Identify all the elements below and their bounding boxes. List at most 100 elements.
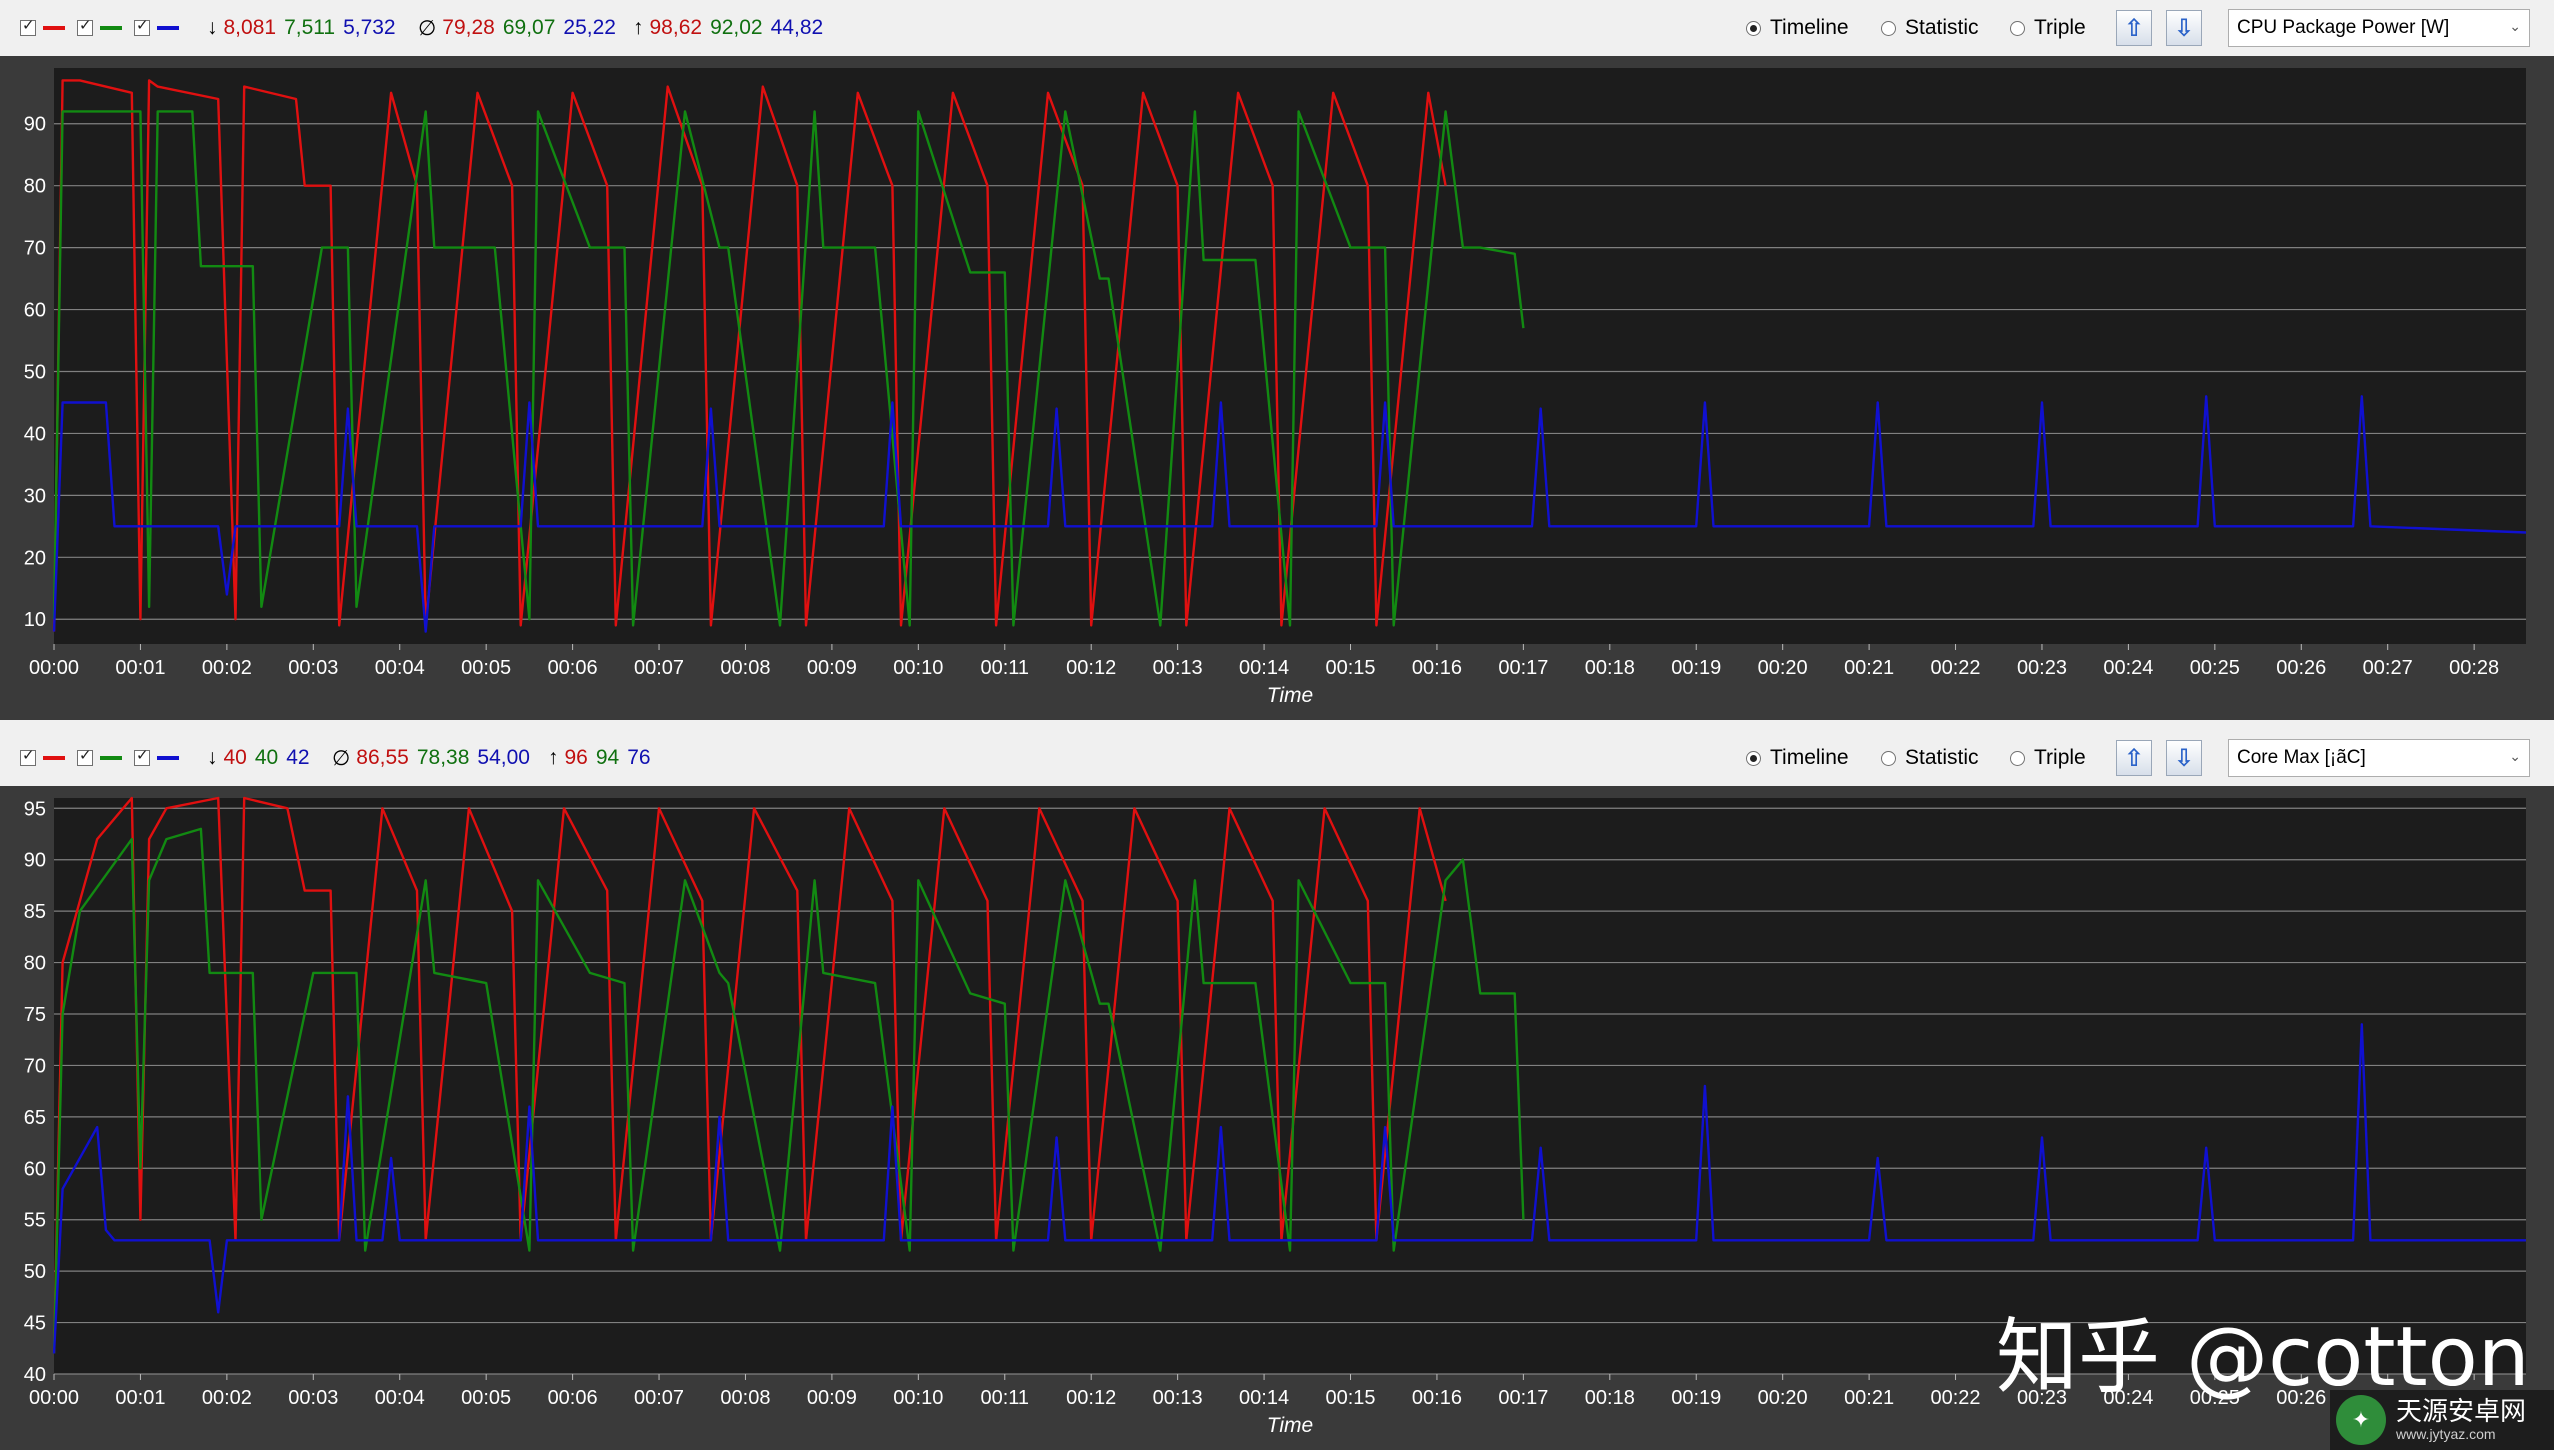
min-symbol: ↓ — [207, 16, 218, 39]
x-axis-label: Time — [1267, 1414, 1313, 1437]
x-tick-label: 00:12 — [1066, 1387, 1116, 1409]
arrow-down-icon[interactable]: ⇩ — [2166, 740, 2202, 776]
x-tick-label: 00:01 — [115, 657, 165, 679]
avg-symbol: ∅ — [332, 746, 351, 770]
view-option-timeline[interactable]: Timeline — [1746, 730, 1849, 786]
arrow-down-icon[interactable]: ⇩ — [2166, 10, 2202, 46]
y-tick-label: 60 — [24, 1158, 46, 1180]
series-toggle-green[interactable] — [77, 0, 122, 56]
min-green: 7,511 — [284, 16, 336, 39]
checkbox[interactable] — [20, 16, 36, 36]
radio-selected[interactable] — [1746, 750, 1761, 766]
y-tick-label: 70 — [24, 1055, 46, 1077]
view-option-statistic[interactable]: Statistic — [1881, 730, 1979, 786]
avg-red: 86,55 — [356, 746, 409, 769]
view-option-statistic[interactable]: Statistic — [1881, 0, 1979, 56]
radio[interactable] — [2010, 20, 2025, 36]
y-tick-label: 40 — [24, 1364, 46, 1386]
series-toggle-red[interactable] — [20, 0, 65, 56]
chart-cpu-power: 10 20 30 40 50 60 70 80 90 00:00 00:01 00:02 00:03 00… — [0, 56, 2554, 720]
view-option-triple[interactable]: Triple — [2010, 0, 2086, 56]
move-down-button[interactable]: ⇩ — [2166, 0, 2202, 56]
radio-selected[interactable] — [1746, 20, 1761, 36]
radio[interactable] — [1881, 750, 1896, 766]
series-toggle-red[interactable] — [20, 730, 65, 786]
x-tick-label: 00:21 — [1844, 1387, 1894, 1409]
logo-text: 天源安卓网 www.jytyaz.com — [2396, 1398, 2526, 1442]
x-tick-label: 00:07 — [634, 657, 684, 679]
y-tick-label: 95 — [24, 798, 46, 820]
max-red: 98,62 — [649, 16, 703, 39]
checkbox[interactable] — [77, 746, 93, 766]
view-option-label: Timeline — [1770, 746, 1849, 769]
max-symbol: ↑ — [633, 16, 644, 39]
y-tick-label: 80 — [24, 953, 46, 975]
radio[interactable] — [1881, 20, 1896, 36]
chart-panel-cpu-power: ↓ 8,081 7,511 5,732 ∅ 79,28 69,07 25,22 … — [0, 0, 2554, 720]
view-option-timeline[interactable]: Timeline — [1746, 0, 1849, 56]
x-tick-label: 00:02 — [202, 657, 252, 679]
arrow-up-icon[interactable]: ⇧ — [2116, 10, 2152, 46]
checkbox[interactable] — [134, 16, 150, 36]
x-tick-label: 00:28 — [2449, 657, 2499, 679]
panel-toolbar: ↓ 8,081 7,511 5,732 ∅ 79,28 69,07 25,22 … — [0, 0, 2554, 56]
arrow-up-icon[interactable]: ⇧ — [2116, 740, 2152, 776]
series-toggle-blue[interactable] — [134, 730, 179, 786]
logo-icon: ✦ — [2336, 1395, 2386, 1445]
view-option-label: Triple — [2034, 746, 2086, 769]
x-tick-label: 00:17 — [1498, 1387, 1548, 1409]
x-tick-label: 00:11 — [980, 1387, 1029, 1409]
checkbox[interactable] — [134, 746, 150, 766]
x-tick-label: 00:14 — [1239, 1387, 1289, 1409]
checkbox[interactable] — [77, 16, 93, 36]
x-tick-label: 00:09 — [807, 1387, 857, 1409]
site-logo: ✦ 天源安卓网 www.jytyaz.com — [2330, 1390, 2554, 1450]
x-tick-label: 00:05 — [461, 1387, 511, 1409]
x-tick-label: 00:20 — [1758, 1387, 1808, 1409]
metric-select-value: Core Max [¡ãC] — [2237, 747, 2366, 768]
series-swatch-green — [100, 756, 122, 760]
x-tick-label: 00:22 — [1931, 657, 1981, 679]
x-tick-label: 00:04 — [375, 1387, 425, 1409]
stat-max: ↑ 96 94 76 — [548, 730, 651, 786]
view-option-triple[interactable]: Triple — [2010, 730, 2086, 786]
stat-avg: ∅ 86,55 78,38 54,00 — [332, 730, 530, 786]
y-tick-label: 75 — [24, 1004, 46, 1026]
checkbox[interactable] — [20, 746, 36, 766]
x-tick-label: 00:00 — [29, 1387, 79, 1409]
max-symbol: ↑ — [548, 746, 559, 769]
x-axis-label: Time — [1267, 684, 1313, 707]
move-up-button[interactable]: ⇧ — [2116, 730, 2152, 786]
y-tick-label: 10 — [24, 609, 46, 631]
series-toggle-green[interactable] — [77, 730, 122, 786]
x-tick-label: 00:18 — [1585, 1387, 1635, 1409]
radio[interactable] — [2010, 750, 2025, 766]
view-option-label: Statistic — [1905, 16, 1979, 39]
logo-title: 天源安卓网 — [2396, 1397, 2527, 1427]
y-tick-label: 90 — [24, 850, 46, 872]
x-tick-label: 00:19 — [1671, 1387, 1721, 1409]
move-down-button[interactable]: ⇩ — [2166, 730, 2202, 786]
metric-select-box[interactable]: CPU Package Power [W] ⌄ — [2228, 9, 2530, 47]
min-red: 40 — [223, 746, 247, 769]
move-up-button[interactable]: ⇧ — [2116, 0, 2152, 56]
y-tick-label: 65 — [24, 1107, 46, 1129]
x-tick-label: 00:08 — [720, 657, 770, 679]
y-tick-label: 30 — [24, 485, 46, 507]
metric-select-box[interactable]: Core Max [¡ãC] ⌄ — [2228, 739, 2530, 777]
metric-select[interactable]: CPU Package Power [W] ⌄ — [2228, 0, 2530, 56]
max-green: 94 — [595, 746, 620, 769]
x-tick-label: 00:06 — [548, 1387, 598, 1409]
x-tick-label: 00:02 — [202, 1387, 252, 1409]
min-blue: 42 — [286, 746, 310, 769]
metric-select[interactable]: Core Max [¡ãC] ⌄ — [2228, 730, 2530, 786]
x-tick-label: 00:07 — [634, 1387, 684, 1409]
x-tick-label: 00:11 — [980, 657, 1029, 679]
x-tick-label: 00:13 — [1153, 657, 1203, 679]
series-swatch-red — [43, 756, 65, 760]
y-tick-label: 90 — [24, 114, 46, 136]
min-red: 8,081 — [223, 16, 277, 39]
series-toggle-blue[interactable] — [134, 0, 179, 56]
y-tick-label: 45 — [24, 1313, 46, 1335]
y-tick-label: 50 — [24, 1261, 46, 1283]
